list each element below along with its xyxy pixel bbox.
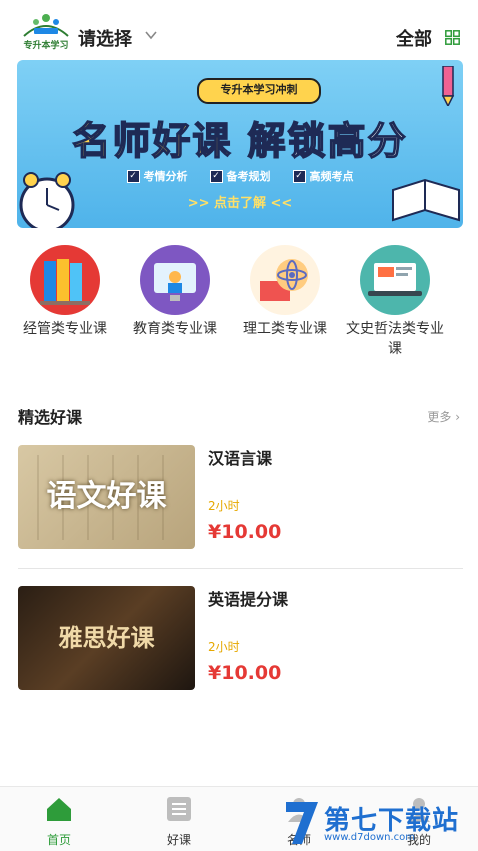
teacher-icon (140, 245, 210, 315)
divider (18, 568, 463, 569)
banner-check-item: ✓ 考情分析 (126, 168, 188, 184)
banner-cta[interactable]: >> 点击了解 << (17, 192, 463, 211)
all-categories-button[interactable]: 全部 (396, 25, 432, 51)
home-icon (47, 798, 71, 821)
course-thumbnail: 雅思好课 (18, 586, 195, 690)
watermark: 第七下载站 www.d7down.com (282, 796, 478, 850)
location-selector[interactable]: 请选择 (78, 25, 132, 51)
course-thumbnail: 语文好课 (18, 445, 195, 549)
watermark-logo-icon (286, 802, 318, 844)
checkbox-icon: ✓ (126, 169, 140, 183)
category-item-business[interactable]: 经管类专业课 (10, 245, 120, 339)
tab-home[interactable]: 首页 (14, 795, 104, 848)
banner-title-part1: 名师好课 (72, 118, 233, 164)
logo-graphic-icon (23, 14, 69, 37)
course-price: ¥10.00 (208, 662, 282, 684)
category-label: 理工类专业课 (243, 321, 327, 337)
course-price: ¥10.00 (208, 521, 282, 543)
top-header: 专升本学习 请选择 全部 (0, 0, 478, 62)
banner-title-part2: 解锁高分 (247, 118, 408, 164)
list-icon (167, 797, 191, 821)
chevron-down-icon[interactable] (144, 28, 158, 42)
category-grid: 经管类专业课 教育类专业课 理工类专业课 文史哲法类专业课 (0, 245, 478, 357)
category-label: 文史哲法类专业课 (346, 321, 444, 357)
category-label: 经管类专业课 (23, 321, 107, 337)
course-duration: 2小时 (208, 640, 240, 654)
checkbox-icon: ✓ (209, 169, 223, 183)
banner-checklist: ✓ 考情分析 ✓ 备考规划 ✓ 高频考点 (17, 168, 463, 184)
tab-courses[interactable]: 好课 (134, 795, 224, 848)
category-item-education[interactable]: 教育类专业课 (120, 245, 230, 339)
promo-banner[interactable]: 专升本学习冲刺 名师好课 解锁高分 ✓ 考情分析 ✓ 备考规划 ✓ 高频考点 >… (17, 60, 463, 228)
app-logo: 专升本学习 (18, 10, 74, 52)
thumbnail-title: 语文好课 (46, 479, 167, 514)
course-card[interactable]: 语文好课 汉语言课 2小时 ¥10.00 (18, 445, 463, 551)
course-duration: 2小时 (208, 499, 240, 513)
category-label: 教育类专业课 (133, 321, 217, 337)
laptop-icon (360, 245, 430, 315)
grid-icon[interactable] (445, 30, 460, 45)
category-item-science[interactable]: 理工类专业课 (230, 245, 340, 339)
category-item-humanities[interactable]: 文史哲法类专业课 (340, 245, 450, 359)
checkbox-icon: ✓ (292, 169, 306, 183)
course-name: 英语提分课 (208, 590, 289, 609)
banner-tag: 专升本学习冲刺 (197, 78, 321, 104)
atom-icon (250, 245, 320, 315)
section-title: 精选好课 (18, 408, 83, 427)
banner-check-item: ✓ 备考规划 (209, 168, 271, 184)
books-icon (30, 245, 100, 315)
course-card[interactable]: 雅思好课 英语提分课 2小时 ¥10.00 (18, 586, 463, 692)
logo-text: 专升本学习 (23, 41, 69, 51)
course-name: 汉语言课 (208, 449, 273, 468)
pencil-icon (441, 66, 455, 106)
tab-label: 首页 (46, 833, 71, 847)
chevron-right-icon: › (455, 410, 460, 424)
watermark-url: www.d7down.com (324, 832, 416, 843)
thumbnail-title: 雅思好课 (58, 623, 155, 652)
more-link[interactable]: 更多 › (427, 408, 460, 425)
tab-label: 好课 (166, 833, 191, 847)
banner-check-item: ✓ 高频考点 (292, 168, 354, 184)
banner-title: 名师好课 解锁高分 (17, 110, 463, 165)
